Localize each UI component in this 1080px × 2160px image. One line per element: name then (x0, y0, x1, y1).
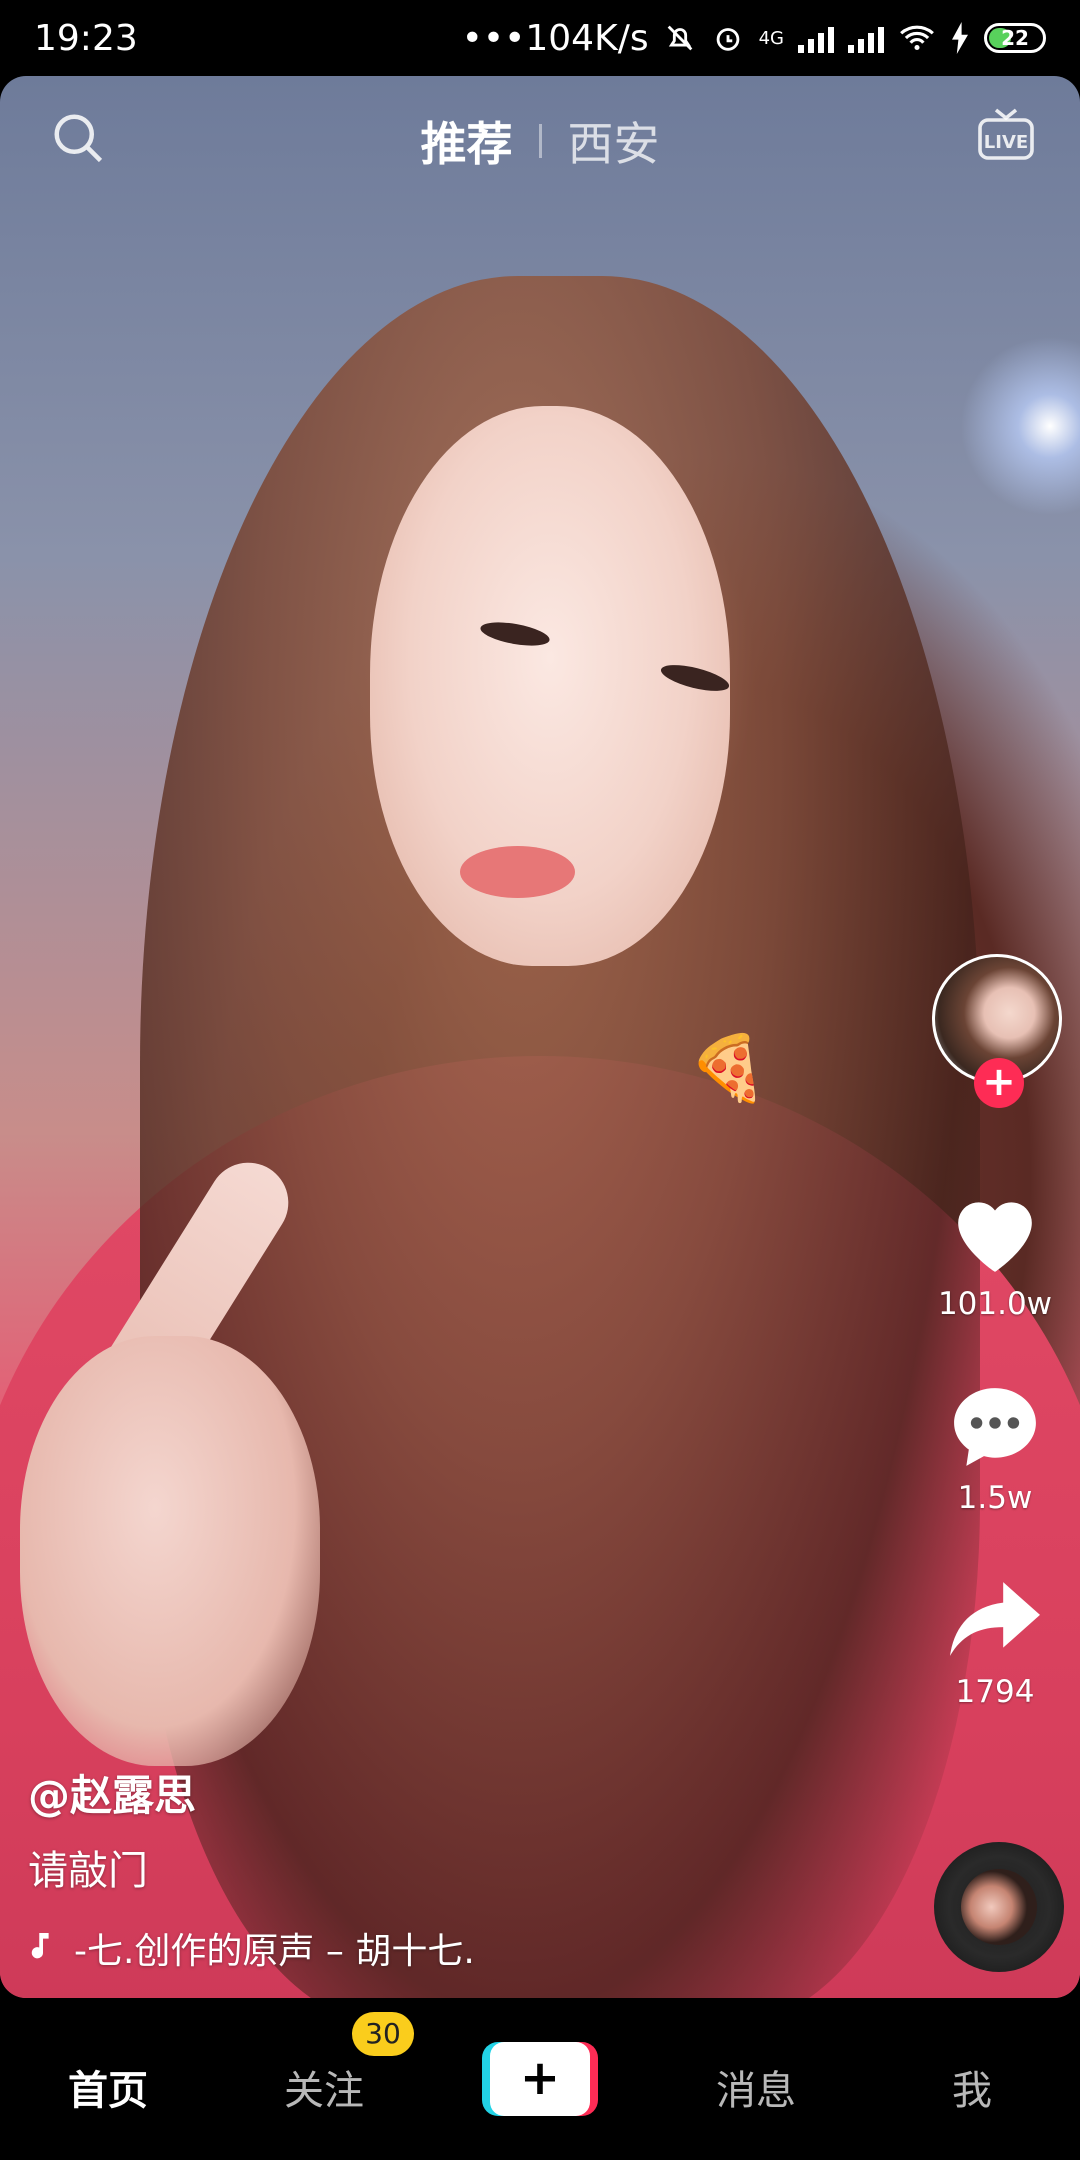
tab-local[interactable]: 西安 (568, 108, 660, 174)
following-badge: 30 (352, 2012, 414, 2056)
video-bg-hand (20, 1336, 320, 1766)
music-title: -七.创作的原声 – 胡十七. (74, 1931, 475, 1972)
nav-messages[interactable]: 消息 (716, 2058, 796, 2116)
mute-bell-icon (667, 25, 692, 51)
video-player[interactable]: 🍕 (0, 76, 1080, 1998)
nav-me[interactable]: 我 (952, 2058, 992, 2116)
signal-icon-2 (848, 23, 884, 53)
nav-following[interactable]: 关注 (284, 2058, 364, 2116)
network-speed: •••104K/s (461, 17, 649, 59)
comment-icon (954, 1388, 1036, 1466)
network-type: 4G (758, 27, 784, 49)
top-nav: 推荐 西安 LIVE (0, 100, 1080, 180)
create-button[interactable]: + (482, 2042, 598, 2116)
author-name[interactable]: @赵露思 (28, 1762, 196, 1823)
share-count: 1794 (955, 1674, 1035, 1710)
like-button[interactable]: 101.0w (920, 1186, 1070, 1322)
status-icons: •••104K/s 4G 22 (462, 18, 1046, 59)
alarm-icon (716, 28, 739, 51)
author-avatar-wrap[interactable]: + (932, 954, 1062, 1108)
video-caption: 请敲门 (28, 1848, 148, 1894)
music-note-icon (31, 1933, 49, 1959)
svg-text:LIVE: LIVE (984, 132, 1028, 153)
like-count: 101.0w (937, 1286, 1053, 1322)
bottom-nav: 首页 关注 30 + 消息 我 (0, 2000, 1080, 2160)
video-bg-flare (960, 336, 1080, 516)
tab-divider (538, 124, 542, 158)
follow-button[interactable]: + (974, 1058, 1024, 1108)
music-disc[interactable] (934, 1842, 1064, 1972)
battery-level: 22 (1001, 26, 1029, 50)
plus-icon: + (490, 2042, 590, 2116)
pizza-sticker: 🍕 (688, 1032, 768, 1106)
battery-icon: 22 (984, 23, 1046, 53)
music-info[interactable]: -七.创作的原声 – 胡十七. (28, 1922, 475, 1974)
live-icon[interactable]: LIVE (976, 104, 1036, 164)
heart-icon (958, 1202, 1032, 1272)
tab-recommend[interactable]: 推荐 (421, 108, 513, 174)
feed-tabs: 推荐 西安 (0, 108, 1080, 174)
video-bg-lips (460, 846, 575, 898)
share-button[interactable]: 1794 (920, 1574, 1070, 1710)
comment-count: 1.5w (957, 1480, 1033, 1516)
music-disc-cover (961, 1869, 1037, 1945)
wifi-icon (900, 25, 934, 51)
status-bar: 19:23 •••104K/s 4G 22 (0, 0, 1080, 76)
nav-home[interactable]: 首页 (68, 2058, 148, 2116)
comment-button[interactable]: 1.5w (920, 1380, 1070, 1516)
share-arrow-icon (950, 1582, 1040, 1656)
signal-icon (798, 23, 834, 53)
charging-icon (952, 22, 968, 54)
status-time: 19:23 (34, 17, 138, 59)
